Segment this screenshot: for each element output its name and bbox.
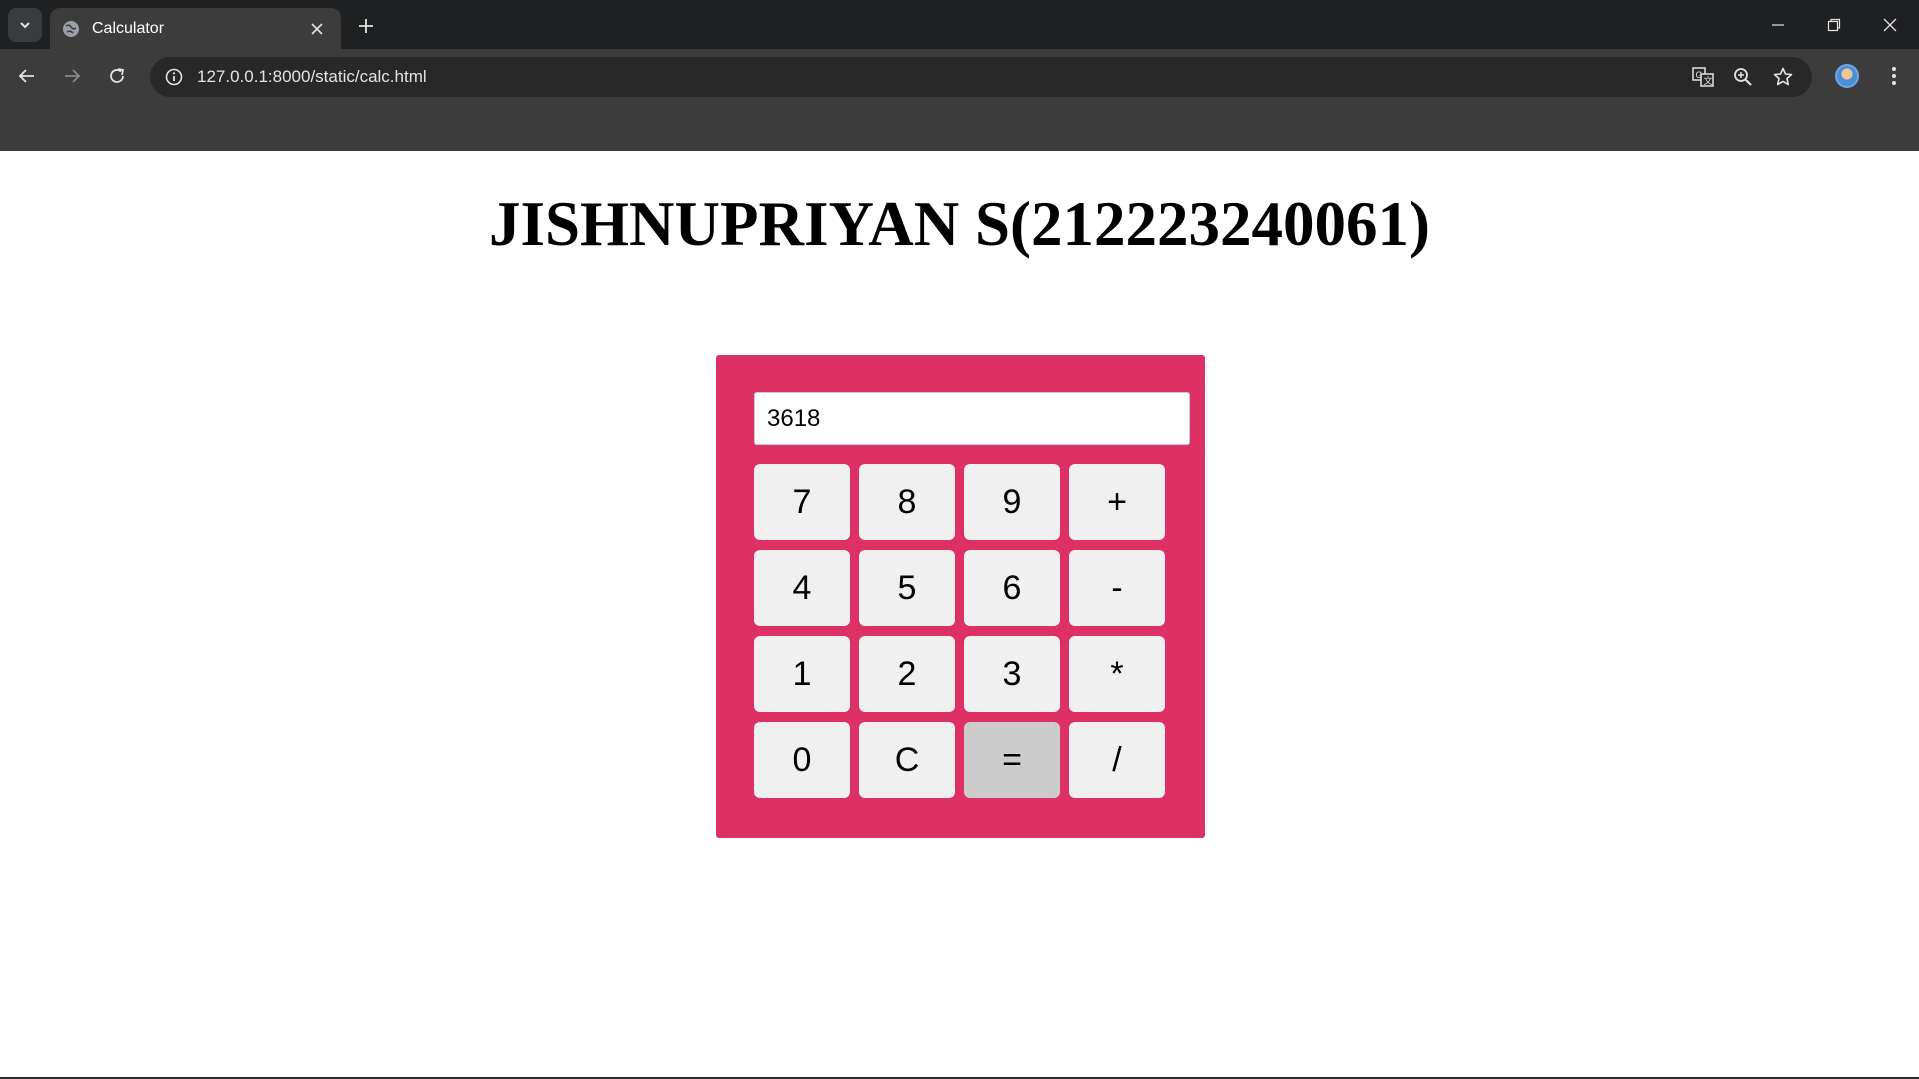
minimize-icon bbox=[1772, 23, 1784, 26]
address-bar[interactable]: 127.0.0.1:8000/static/calc.html G文 bbox=[150, 57, 1812, 97]
back-icon bbox=[18, 69, 34, 83]
key-1[interactable]: 1 bbox=[754, 636, 850, 712]
new-tab-button[interactable] bbox=[352, 12, 380, 40]
plus-icon bbox=[359, 19, 373, 33]
key-7[interactable]: 7 bbox=[754, 464, 850, 540]
restore-button[interactable] bbox=[1806, 0, 1862, 49]
keypad: 7 8 9 + 4 5 6 - 1 2 3 * 0 C = / bbox=[754, 464, 1165, 798]
bookmarks-bar bbox=[0, 102, 1919, 151]
avatar bbox=[1835, 64, 1859, 88]
tab-title: Calculator bbox=[92, 19, 165, 37]
translate-icon[interactable]: G文 bbox=[1690, 64, 1716, 90]
close-window-button[interactable] bbox=[1862, 0, 1918, 49]
calculator-display[interactable] bbox=[754, 392, 1190, 445]
svg-text:文: 文 bbox=[1704, 75, 1713, 86]
browser-toolbar: 127.0.0.1:8000/static/calc.html G文 bbox=[0, 49, 1919, 102]
profile-avatar[interactable] bbox=[1832, 61, 1862, 91]
tab-strip: Calculator bbox=[0, 0, 1919, 49]
key-8[interactable]: 8 bbox=[859, 464, 955, 540]
reload-button[interactable] bbox=[102, 61, 132, 91]
key-plus[interactable]: + bbox=[1069, 464, 1165, 540]
key-2[interactable]: 2 bbox=[859, 636, 955, 712]
calculator: 7 8 9 + 4 5 6 - 1 2 3 * 0 C = / bbox=[716, 355, 1205, 838]
more-icon bbox=[1892, 67, 1896, 85]
key-3[interactable]: 3 bbox=[964, 636, 1060, 712]
tab-calculator[interactable]: Calculator bbox=[50, 8, 341, 49]
key-5[interactable]: 5 bbox=[859, 550, 955, 626]
close-icon[interactable] bbox=[305, 17, 329, 41]
forward-icon bbox=[65, 69, 81, 83]
key-minus[interactable]: - bbox=[1069, 550, 1165, 626]
key-4[interactable]: 4 bbox=[754, 550, 850, 626]
tab-search-icon[interactable] bbox=[8, 8, 42, 42]
globe-icon bbox=[62, 20, 80, 38]
more-menu-button[interactable] bbox=[1879, 61, 1909, 91]
key-clear[interactable]: C bbox=[859, 722, 955, 798]
zoom-icon[interactable] bbox=[1730, 64, 1756, 90]
restore-icon bbox=[1827, 18, 1841, 31]
back-button[interactable] bbox=[12, 61, 42, 91]
minimize-button[interactable] bbox=[1750, 0, 1806, 49]
key-divide[interactable]: / bbox=[1069, 722, 1165, 798]
page-title: JISHNUPRIYAN S(212223240061) bbox=[488, 189, 1430, 259]
key-6[interactable]: 6 bbox=[964, 550, 1060, 626]
key-equals[interactable]: = bbox=[964, 722, 1060, 798]
star-icon[interactable] bbox=[1770, 64, 1796, 90]
key-multiply[interactable]: * bbox=[1069, 636, 1165, 712]
close-window-icon bbox=[1883, 18, 1897, 31]
key-0[interactable]: 0 bbox=[754, 722, 850, 798]
url-text[interactable]: 127.0.0.1:8000/static/calc.html bbox=[197, 67, 427, 87]
forward-button[interactable] bbox=[57, 61, 87, 91]
info-icon[interactable] bbox=[162, 65, 186, 89]
reload-icon bbox=[110, 68, 125, 83]
key-9[interactable]: 9 bbox=[964, 464, 1060, 540]
